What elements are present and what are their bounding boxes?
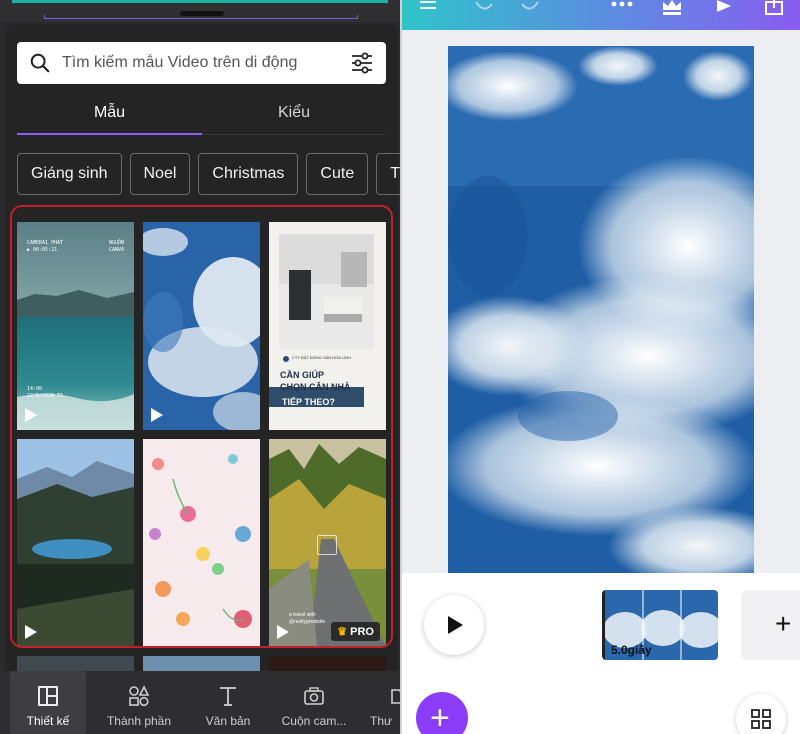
add-clip-label: + — [775, 608, 792, 639]
chip-noel[interactable]: Noel — [129, 153, 191, 195]
nav-folders[interactable]: Thư — [360, 671, 400, 734]
active-tab-indicator — [17, 133, 202, 135]
timeline-clip[interactable]: 5.0giây — [602, 590, 718, 660]
share-icon[interactable] — [764, 0, 786, 16]
filter-icon[interactable] — [350, 51, 374, 75]
add-element-button[interactable]: + — [416, 692, 468, 734]
chip-giang-sinh[interactable]: Giáng sinh — [17, 153, 122, 195]
menu-icon[interactable] — [418, 0, 440, 14]
camera-icon — [304, 687, 324, 705]
timeline: 5.0giây + + — [402, 573, 800, 734]
nav-elements[interactable]: Thành phần — [97, 671, 181, 734]
layout-icon — [38, 686, 58, 706]
template-tabs: Mẫu Kiểu — [17, 95, 386, 137]
nav-label: Thành phần — [106, 714, 172, 728]
nav-label: Cuộn cam... — [281, 714, 347, 728]
play-button[interactable] — [424, 595, 484, 655]
sky-canvas-image — [448, 46, 754, 573]
search-icon — [30, 53, 50, 73]
editor-panel: 5.0giây + + — [402, 0, 800, 734]
play-icon — [448, 616, 463, 634]
editor-toolbar — [402, 0, 800, 30]
top-strip — [0, 0, 400, 22]
template-panel: Tìm kiếm mẫu Video trên di động Mẫu Kiểu… — [0, 0, 400, 734]
nav-label: Văn bản — [205, 714, 251, 728]
nav-design[interactable]: Thiết kế — [10, 671, 86, 734]
chip-partial[interactable]: T — [376, 153, 400, 195]
teal-line — [12, 0, 388, 3]
fab-label: + — [430, 699, 450, 734]
pages-grid-button[interactable] — [736, 694, 786, 734]
nav-text[interactable]: Văn bản — [186, 671, 270, 734]
bottom-nav: Thiết kế Thành phần Văn bản Cuộn cam... … — [0, 671, 400, 734]
search-input[interactable]: Tìm kiếm mẫu Video trên di động — [62, 54, 350, 72]
undo-icon[interactable] — [472, 0, 496, 14]
clip-duration: 5.0giây — [611, 643, 652, 657]
drag-handle[interactable] — [180, 11, 224, 16]
video-canvas[interactable] — [448, 46, 754, 573]
nav-label: Thư — [370, 714, 393, 728]
chip-christmas[interactable]: Christmas — [198, 153, 299, 195]
crown-icon[interactable] — [660, 0, 684, 16]
highlight-frame — [10, 205, 393, 648]
peek-card — [17, 656, 134, 672]
tab-styles[interactable]: Kiểu — [202, 95, 386, 135]
tab-templates[interactable]: Mẫu — [17, 95, 202, 135]
nav-label: Thiết kế — [26, 714, 70, 728]
chip-cute[interactable]: Cute — [306, 153, 369, 195]
more-icon[interactable] — [610, 0, 634, 10]
text-icon — [220, 687, 236, 706]
grid-icon — [751, 709, 771, 729]
folder-icon — [391, 689, 400, 704]
redo-icon[interactable] — [518, 0, 542, 14]
play-icon[interactable] — [714, 0, 734, 14]
search-bar[interactable]: Tìm kiếm mẫu Video trên di động — [17, 42, 386, 84]
tab-divider — [202, 134, 386, 135]
peek-card — [143, 656, 260, 672]
add-clip-button[interactable]: + — [741, 590, 800, 660]
peek-card — [269, 656, 386, 672]
nav-camera-roll[interactable]: Cuộn cam... — [272, 671, 356, 734]
category-chips: Giáng sinh Noel Christmas Cute T — [17, 153, 400, 195]
shapes-icon — [129, 685, 150, 707]
